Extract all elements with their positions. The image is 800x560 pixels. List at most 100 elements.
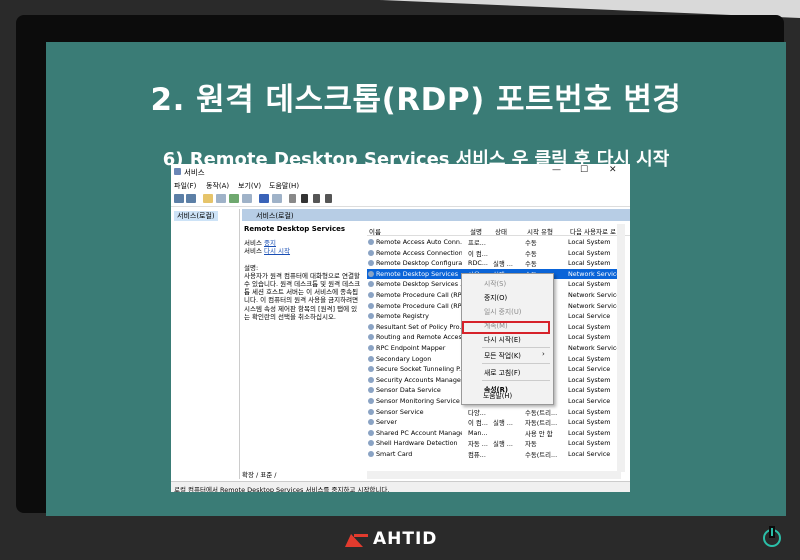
row-startup-type: 자동(트리... bbox=[525, 419, 558, 428]
row-description: 이 컴... bbox=[468, 249, 488, 258]
ctx-separator bbox=[482, 363, 550, 364]
row-name: Remote Access Connection... bbox=[376, 248, 462, 257]
ctx-restart[interactable]: 다시 시작(E) bbox=[484, 334, 521, 344]
service-gear-icon bbox=[368, 270, 374, 277]
brand-logo: AHTID bbox=[345, 528, 437, 550]
brand-name: AHTID bbox=[373, 529, 438, 549]
row-name: Routing and Remote Acces... bbox=[376, 333, 462, 342]
row-startup-type: 자동 bbox=[525, 440, 537, 449]
column-name[interactable]: 이름 bbox=[369, 226, 381, 236]
close-icon[interactable]: ✕ bbox=[609, 165, 617, 175]
row-logon-as: Local System bbox=[568, 407, 611, 416]
row-startup-type: 수동(트리... bbox=[525, 408, 558, 417]
tree-pane: 서비스(로컬) bbox=[171, 209, 240, 479]
menu-file[interactable]: 파일(F) bbox=[174, 181, 196, 191]
window-title: 서비스 bbox=[184, 168, 205, 177]
service-description-panel: Remote Desktop Services 서비스 중지 서비스 다시 시작… bbox=[244, 225, 362, 321]
table-row[interactable]: Shared PC Account Manager Man... 사용 안 함 Loc… bbox=[367, 428, 625, 439]
menu-bar: 파일(F) 동작(A) 보기(V) 도움말(H) bbox=[171, 180, 630, 191]
ctx-help[interactable]: 도움말(H) bbox=[483, 390, 512, 400]
row-description: 이 컴... bbox=[468, 419, 488, 428]
row-logon-as: Network Service bbox=[568, 290, 621, 299]
row-logon-as: Local System bbox=[568, 333, 611, 342]
back-icon[interactable] bbox=[174, 194, 184, 203]
row-logon-as: Local System bbox=[568, 238, 611, 246]
service-gear-icon bbox=[368, 376, 374, 383]
row-status: 실행 ... bbox=[493, 260, 513, 269]
service-gear-icon bbox=[368, 323, 374, 330]
row-logon-as: Local Service bbox=[568, 449, 611, 458]
ctx-separator bbox=[482, 347, 550, 348]
restart-service-link[interactable]: 다시 시작 bbox=[264, 247, 290, 255]
row-startup-type: 수동 bbox=[525, 249, 537, 258]
table-row[interactable]: Remote Desktop Configura... RDC... 실행 ... 수… bbox=[367, 258, 625, 269]
play-icon[interactable] bbox=[289, 194, 296, 203]
row-name: Resultant Set of Policy Pro... bbox=[376, 322, 462, 331]
row-status: 실행 ... bbox=[493, 419, 513, 428]
maximize-icon[interactable]: ☐ bbox=[580, 165, 588, 175]
column-status[interactable]: 상태 bbox=[495, 226, 507, 236]
column-description[interactable]: 설명 bbox=[470, 226, 482, 236]
properties-icon[interactable] bbox=[272, 194, 282, 203]
ctx-pause[interactable]: 일시 중지(U) bbox=[484, 306, 521, 316]
table-row[interactable]: Shell Hardware Detection 자동 ... 실행 ... 자동 Lo… bbox=[367, 438, 625, 449]
refresh-icon[interactable] bbox=[229, 194, 239, 203]
row-description: 자동 ... bbox=[468, 440, 488, 449]
table-row[interactable]: Sensor Service 다양... 수동(트리... Local System bbox=[367, 407, 625, 418]
folder-icon[interactable] bbox=[203, 194, 213, 203]
table-row[interactable]: Smart Card 컴퓨... 수동(트리... Local Service bbox=[367, 449, 625, 460]
vertical-scrollbar[interactable] bbox=[617, 224, 625, 472]
ctx-start[interactable]: 시작(S) bbox=[484, 278, 506, 288]
row-logon-as: Network Service bbox=[568, 301, 621, 310]
row-name: Sensor Monitoring Service bbox=[376, 396, 460, 405]
row-logon-as: Local Service bbox=[568, 312, 611, 321]
row-name: Remote Desktop Services bbox=[376, 269, 459, 278]
service-gear-icon bbox=[368, 419, 374, 426]
ctx-refresh[interactable]: 새로 고침(F) bbox=[484, 367, 520, 377]
export-icon[interactable] bbox=[242, 194, 252, 203]
stop-icon[interactable] bbox=[301, 194, 308, 203]
toolbar bbox=[171, 192, 630, 207]
row-logon-as: Local Service bbox=[568, 365, 611, 374]
horizontal-scrollbar[interactable] bbox=[367, 471, 621, 479]
table-row[interactable]: Remote Access Auto Conn... 프로... 수동 Local S… bbox=[367, 237, 625, 248]
ctx-all-tasks[interactable]: 모든 작업(K) bbox=[484, 350, 521, 360]
menu-view[interactable]: 보기(V) bbox=[238, 181, 261, 191]
menu-help[interactable]: 도움말(H) bbox=[269, 181, 299, 191]
row-logon-as: Local Service bbox=[568, 396, 611, 405]
view-tabs[interactable]: 확장 / 표준 / bbox=[242, 469, 277, 479]
row-startup-type: 수동 bbox=[525, 260, 537, 269]
row-name: RPC Endpoint Mapper bbox=[376, 343, 446, 352]
list-icon[interactable] bbox=[216, 194, 226, 203]
row-name: Shared PC Account Manager bbox=[376, 428, 462, 437]
table-row[interactable]: Server 이 컴... 실행 ... 자동(트리... Local System bbox=[367, 417, 625, 428]
row-logon-as: Local System bbox=[568, 439, 611, 448]
row-logon-as: Local System bbox=[568, 322, 611, 331]
row-startup-type: 수동(트리... bbox=[525, 450, 558, 459]
forward-icon[interactable] bbox=[186, 194, 196, 203]
menu-action[interactable]: 동작(A) bbox=[206, 181, 229, 191]
column-startup-type[interactable]: 시작 유형 bbox=[527, 226, 553, 236]
service-gear-icon bbox=[368, 429, 374, 436]
restart-icon[interactable] bbox=[325, 194, 332, 203]
row-name: Shell Hardware Detection bbox=[376, 439, 458, 448]
status-bar: 로컬 컴퓨터에서 Remote Desktop Services 서비스를 중지… bbox=[171, 481, 630, 492]
slide-title: 2. 원격 데스크톱(RDP) 포트번호 변경 bbox=[150, 82, 682, 118]
pane-header: 서비스(로컬) bbox=[242, 209, 630, 221]
service-gear-icon bbox=[368, 302, 374, 309]
row-startup-type: 수동 bbox=[525, 239, 537, 247]
table-row[interactable]: Remote Access Connection... 이 컴... 수동 Local… bbox=[367, 248, 625, 259]
help-icon[interactable] bbox=[259, 194, 269, 203]
service-gear-icon bbox=[368, 313, 374, 320]
minimize-icon[interactable]: — bbox=[552, 165, 561, 175]
row-name: Remote Procedure Call (RP... bbox=[376, 290, 462, 299]
ctx-stop[interactable]: 중지(O) bbox=[484, 292, 507, 302]
column-logon-as[interactable]: 다음 사용자로 로 bbox=[570, 226, 616, 236]
pause-icon[interactable] bbox=[313, 194, 320, 203]
tree-node-services[interactable]: 서비스(로컬) bbox=[174, 211, 218, 221]
power-icon[interactable] bbox=[763, 528, 781, 547]
stop-service-link[interactable]: 중지 bbox=[264, 239, 276, 247]
row-name: Remote Procedure Call (RP... bbox=[376, 301, 462, 310]
row-description: RDC... bbox=[468, 259, 488, 268]
row-logon-as: Network Service bbox=[568, 269, 621, 278]
